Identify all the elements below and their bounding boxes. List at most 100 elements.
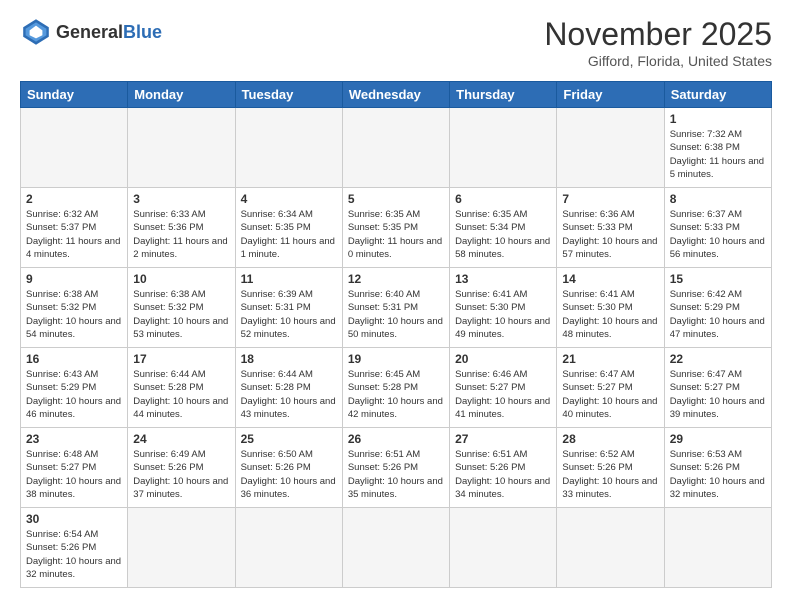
calendar-cell: 20 Sunrise: 6:46 AM Sunset: 5:27 PM Dayli… (450, 348, 557, 428)
day-number: 13 (455, 272, 551, 286)
calendar-cell (128, 508, 235, 588)
day-info: Sunrise: 6:41 AM Sunset: 5:30 PM Dayligh… (455, 288, 551, 341)
day-number: 24 (133, 432, 229, 446)
calendar-cell: 5 Sunrise: 6:35 AM Sunset: 5:35 PM Daylig… (342, 188, 449, 268)
day-number: 14 (562, 272, 658, 286)
calendar-cell: 17Sunrise: 6:44 AM Sunset: 5:28 PM Dayli… (128, 348, 235, 428)
calendar-week-row: 30 Sunrise: 6:54 AM Sunset: 5:26 PM Dayli… (21, 508, 772, 588)
calendar-cell: 30 Sunrise: 6:54 AM Sunset: 5:26 PM Dayli… (21, 508, 128, 588)
day-info: Sunrise: 6:46 AM Sunset: 5:27 PM Dayligh… (455, 368, 551, 421)
day-number: 25 (241, 432, 337, 446)
day-info: Sunrise: 6:51 AM Sunset: 5:26 PM Dayligh… (455, 448, 551, 501)
day-number: 15 (670, 272, 766, 286)
day-info: Sunrise: 6:50 AM Sunset: 5:26 PM Dayligh… (241, 448, 337, 501)
calendar-week-row: 2 Sunrise: 6:32 AM Sunset: 5:37 PM Daylig… (21, 188, 772, 268)
generalblue-logo-icon (20, 16, 52, 48)
day-number: 23 (26, 432, 122, 446)
calendar-cell: 3Sunrise: 6:33 AM Sunset: 5:36 PM Daylig… (128, 188, 235, 268)
day-number: 10 (133, 272, 229, 286)
calendar-cell: 1 Sunrise: 7:32 AM Sunset: 6:38 PM Daylig… (664, 108, 771, 188)
calendar-cell: 27 Sunrise: 6:51 AM Sunset: 5:26 PM Dayli… (450, 428, 557, 508)
day-info: Sunrise: 6:37 AM Sunset: 5:33 PM Dayligh… (670, 208, 766, 261)
day-number: 2 (26, 192, 122, 206)
calendar-week-row: 16 Sunrise: 6:43 AM Sunset: 5:29 PM Dayli… (21, 348, 772, 428)
day-info: Sunrise: 6:48 AM Sunset: 5:27 PM Dayligh… (26, 448, 122, 501)
day-number: 4 (241, 192, 337, 206)
calendar-week-row: 1 Sunrise: 7:32 AM Sunset: 6:38 PM Daylig… (21, 108, 772, 188)
day-info: Sunrise: 6:47 AM Sunset: 5:27 PM Dayligh… (562, 368, 658, 421)
calendar-cell: 21Sunrise: 6:47 AM Sunset: 5:27 PM Dayli… (557, 348, 664, 428)
calendar-cell (557, 508, 664, 588)
calendar-cell: 22 Sunrise: 6:47 AM Sunset: 5:27 PM Dayli… (664, 348, 771, 428)
day-info: Sunrise: 6:44 AM Sunset: 5:28 PM Dayligh… (241, 368, 337, 421)
day-info: Sunrise: 6:51 AM Sunset: 5:26 PM Dayligh… (348, 448, 444, 501)
day-number: 9 (26, 272, 122, 286)
day-number: 18 (241, 352, 337, 366)
day-info: Sunrise: 6:43 AM Sunset: 5:29 PM Dayligh… (26, 368, 122, 421)
calendar-cell: 23 Sunrise: 6:48 AM Sunset: 5:27 PM Dayli… (21, 428, 128, 508)
calendar-cell (21, 108, 128, 188)
calendar-cell (664, 508, 771, 588)
calendar-cell: 15Sunrise: 6:42 AM Sunset: 5:29 PM Dayli… (664, 268, 771, 348)
page: GeneralBlue November 2025 Gifford, Flori… (0, 0, 792, 604)
calendar-cell: 28Sunrise: 6:52 AM Sunset: 5:26 PM Dayli… (557, 428, 664, 508)
day-number: 16 (26, 352, 122, 366)
day-number: 22 (670, 352, 766, 366)
calendar-cell: 29 Sunrise: 6:53 AM Sunset: 5:26 PM Dayli… (664, 428, 771, 508)
calendar-cell: 19 Sunrise: 6:45 AM Sunset: 5:28 PM Dayli… (342, 348, 449, 428)
day-info: Sunrise: 6:38 AM Sunset: 5:32 PM Dayligh… (26, 288, 122, 341)
calendar-cell: 4Sunrise: 6:34 AM Sunset: 5:35 PM Daylig… (235, 188, 342, 268)
header-thursday: Thursday (450, 82, 557, 108)
day-number: 1 (670, 112, 766, 126)
day-number: 11 (241, 272, 337, 286)
calendar-cell: 14 Sunrise: 6:41 AM Sunset: 5:30 PM Dayli… (557, 268, 664, 348)
calendar-cell: 10 Sunrise: 6:38 AM Sunset: 5:32 PM Dayli… (128, 268, 235, 348)
calendar-cell: 13 Sunrise: 6:41 AM Sunset: 5:30 PM Dayli… (450, 268, 557, 348)
day-number: 27 (455, 432, 551, 446)
logo-blue: Blue (123, 22, 162, 42)
logo: GeneralBlue (20, 16, 162, 48)
calendar-header-row: Sunday Monday Tuesday Wednesday Thursday… (21, 82, 772, 108)
day-info: Sunrise: 6:54 AM Sunset: 5:26 PM Dayligh… (26, 528, 122, 581)
month-title: November 2025 (544, 16, 772, 53)
logo-general: General (56, 22, 123, 42)
day-number: 30 (26, 512, 122, 526)
header-sunday: Sunday (21, 82, 128, 108)
day-number: 5 (348, 192, 444, 206)
calendar-cell (235, 108, 342, 188)
title-block: November 2025 Gifford, Florida, United S… (544, 16, 772, 69)
day-info: Sunrise: 6:39 AM Sunset: 5:31 PM Dayligh… (241, 288, 337, 341)
day-info: Sunrise: 6:35 AM Sunset: 5:34 PM Dayligh… (455, 208, 551, 261)
day-info: Sunrise: 6:36 AM Sunset: 5:33 PM Dayligh… (562, 208, 658, 261)
day-info: Sunrise: 7:32 AM Sunset: 6:38 PM Dayligh… (670, 128, 766, 181)
calendar-cell: 26Sunrise: 6:51 AM Sunset: 5:26 PM Dayli… (342, 428, 449, 508)
calendar-cell: 18 Sunrise: 6:44 AM Sunset: 5:28 PM Dayli… (235, 348, 342, 428)
calendar-week-row: 9 Sunrise: 6:38 AM Sunset: 5:32 PM Daylig… (21, 268, 772, 348)
header-wednesday: Wednesday (342, 82, 449, 108)
day-number: 8 (670, 192, 766, 206)
calendar-table: Sunday Monday Tuesday Wednesday Thursday… (20, 81, 772, 588)
day-info: Sunrise: 6:49 AM Sunset: 5:26 PM Dayligh… (133, 448, 229, 501)
day-info: Sunrise: 6:41 AM Sunset: 5:30 PM Dayligh… (562, 288, 658, 341)
day-info: Sunrise: 6:32 AM Sunset: 5:37 PM Dayligh… (26, 208, 122, 261)
calendar-body: 1 Sunrise: 7:32 AM Sunset: 6:38 PM Daylig… (21, 108, 772, 588)
calendar-cell (128, 108, 235, 188)
day-info: Sunrise: 6:47 AM Sunset: 5:27 PM Dayligh… (670, 368, 766, 421)
header-saturday: Saturday (664, 82, 771, 108)
calendar-week-row: 23 Sunrise: 6:48 AM Sunset: 5:27 PM Dayli… (21, 428, 772, 508)
day-number: 19 (348, 352, 444, 366)
calendar-cell (450, 108, 557, 188)
calendar-cell: 7Sunrise: 6:36 AM Sunset: 5:33 PM Daylig… (557, 188, 664, 268)
day-number: 3 (133, 192, 229, 206)
calendar-cell: 11 Sunrise: 6:39 AM Sunset: 5:31 PM Dayli… (235, 268, 342, 348)
day-info: Sunrise: 6:45 AM Sunset: 5:28 PM Dayligh… (348, 368, 444, 421)
header-tuesday: Tuesday (235, 82, 342, 108)
calendar-cell (342, 108, 449, 188)
day-info: Sunrise: 6:35 AM Sunset: 5:35 PM Dayligh… (348, 208, 444, 261)
day-number: 29 (670, 432, 766, 446)
day-info: Sunrise: 6:38 AM Sunset: 5:32 PM Dayligh… (133, 288, 229, 341)
day-info: Sunrise: 6:53 AM Sunset: 5:26 PM Dayligh… (670, 448, 766, 501)
calendar-cell (450, 508, 557, 588)
day-number: 20 (455, 352, 551, 366)
day-number: 12 (348, 272, 444, 286)
